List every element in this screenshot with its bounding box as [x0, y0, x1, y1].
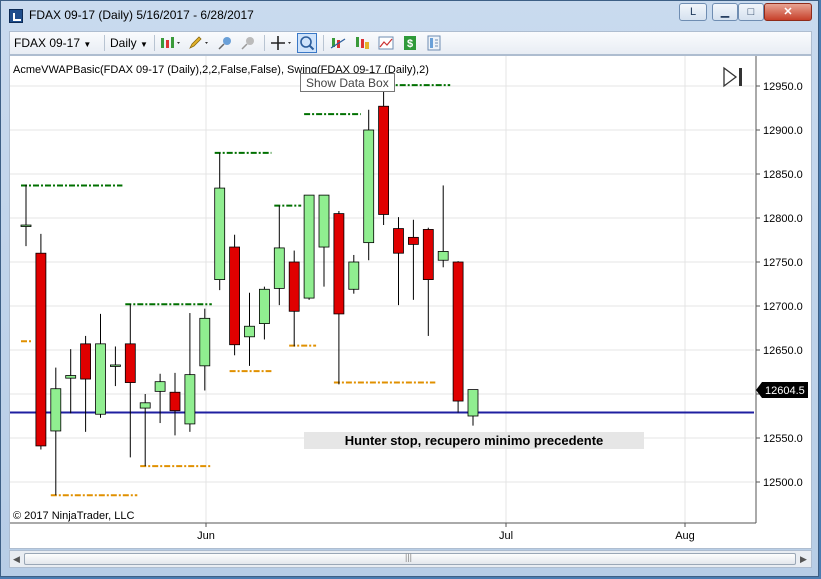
scroll-right-arrow-icon[interactable]: ▶	[800, 554, 807, 565]
candle-body-up	[273, 247, 285, 289]
candle-body-up	[139, 402, 151, 409]
price-tick-label: 12800.0	[763, 213, 803, 225]
candle-body-up	[348, 261, 360, 290]
candle-body-down	[407, 236, 419, 245]
candle-body-down	[124, 343, 136, 383]
candle-body-up	[437, 251, 449, 261]
toolbar-divider	[264, 35, 265, 51]
chevron-down-icon: ▼	[83, 40, 92, 49]
candle-body-up	[467, 389, 479, 417]
pin-icon[interactable]	[217, 35, 233, 51]
candle-body-up	[110, 364, 121, 367]
candle-body-down	[229, 246, 241, 346]
price-tick-label: 12950.0	[763, 81, 803, 93]
candle-body-up	[214, 187, 226, 280]
candle-body-down	[378, 105, 390, 215]
candle-body-down	[393, 228, 404, 254]
toolbar-divider	[154, 35, 155, 51]
annotation-text: Hunter stop, recupero minimo precedente	[345, 433, 604, 448]
toolbar-divider	[104, 35, 105, 51]
instrument-selector[interactable]: FDAX 09-17 ▼	[14, 35, 91, 51]
close-button[interactable]: ✕	[764, 3, 812, 21]
price-axis: 12500.012550.012600.012650.012700.012750…	[755, 56, 808, 523]
maximize-button[interactable]: □	[738, 3, 764, 21]
price-tick-label: 12850.0	[763, 169, 803, 181]
instrument-label: FDAX 09-17	[14, 36, 81, 50]
time-tick-label: Aug	[675, 530, 695, 542]
period-selector[interactable]: Daily ▼	[110, 35, 148, 51]
candle-body-down	[80, 343, 91, 380]
play-end-icon	[723, 66, 738, 88]
chart-window: FDAX 09-17 (Daily) 5/16/2017 - 6/28/2017…	[0, 0, 819, 577]
scroll-thumb[interactable]: |||	[24, 552, 796, 565]
indicators-icon[interactable]	[330, 35, 346, 51]
horizontal-scrollbar[interactable]: ◀ ||| ▶	[9, 550, 812, 568]
zoom-icon	[300, 36, 315, 51]
candle-body-up	[244, 325, 255, 338]
candle-body-up	[363, 129, 375, 244]
last-price-label: 12604.5	[765, 385, 805, 397]
candle-body-down	[422, 229, 434, 281]
dollar-icon[interactable]: $	[402, 35, 418, 51]
candle-body-up	[95, 343, 106, 415]
price-chart[interactable]: 12500.012550.012600.012650.012700.012750…	[10, 56, 811, 548]
title-bar[interactable]: FDAX 09-17 (Daily) 5/16/2017 - 6/28/2017…	[1, 1, 818, 31]
candle-body-down	[452, 261, 464, 402]
scroll-left-arrow-icon[interactable]: ◀	[13, 554, 20, 565]
chart-style-icon[interactable]	[378, 35, 394, 51]
chart-toolbar: FDAX 09-17 ▼ Daily ▼ $	[9, 31, 812, 55]
price-tick-label: 12900.0	[763, 125, 803, 137]
candle-body-up	[258, 288, 270, 324]
price-tick-label: 12750.0	[763, 257, 803, 269]
time-tick-label: Jun	[197, 530, 215, 542]
pencil-draw-icon[interactable]	[187, 35, 211, 51]
minimize-button[interactable]: ▁	[712, 3, 738, 21]
strategies-icon[interactable]	[354, 35, 370, 51]
scroll-to-end-button[interactable]	[723, 66, 742, 88]
candle-body-up	[154, 381, 166, 392]
chevron-down-icon: ▼	[140, 40, 148, 49]
candle-body-down	[35, 252, 47, 447]
candle-body-up	[20, 224, 32, 227]
time-tick-label: Jul	[499, 530, 513, 542]
candle-body-up	[184, 374, 196, 425]
period-label: Daily	[110, 36, 137, 50]
copyright-text: © 2017 NinjaTrader, LLC	[13, 510, 134, 522]
show-data-box-tooltip: Show Data Box	[300, 73, 395, 92]
candle-body-down	[333, 213, 345, 315]
properties-icon[interactable]	[426, 35, 442, 51]
candle-body-up	[65, 375, 77, 379]
candle-body-up	[50, 388, 62, 432]
candle-body-up	[199, 317, 211, 367]
time-axis: Jun Jul Aug	[10, 522, 756, 542]
toolbar-divider	[323, 35, 324, 51]
price-tick-label: 12700.0	[763, 301, 803, 313]
candle-body-down	[288, 261, 300, 312]
candle-body-up	[318, 194, 330, 248]
crosshair-icon[interactable]	[270, 35, 294, 51]
price-tick-label: 12650.0	[763, 345, 803, 357]
candle-body-up	[303, 194, 315, 299]
candle-body-down	[169, 391, 181, 412]
end-bar-icon	[739, 68, 742, 86]
ninjatrader-app-icon	[9, 9, 23, 23]
window-title: FDAX 09-17 (Daily) 5/16/2017 - 6/28/2017	[29, 8, 254, 22]
layout-button[interactable]: L	[679, 3, 707, 21]
bar-type-icon[interactable]	[159, 35, 183, 51]
svg-text:$: $	[407, 38, 413, 50]
price-tick-label: 12550.0	[763, 433, 803, 445]
chart-panel[interactable]: 12500.012550.012600.012650.012700.012750…	[9, 55, 812, 549]
grip-icon: |||	[405, 552, 413, 562]
unpin-icon[interactable]	[240, 35, 256, 51]
zoom-button[interactable]	[297, 33, 317, 53]
annotation-box[interactable]: Hunter stop, recupero minimo precedente	[304, 432, 644, 449]
price-tick-label: 12500.0	[763, 477, 803, 489]
